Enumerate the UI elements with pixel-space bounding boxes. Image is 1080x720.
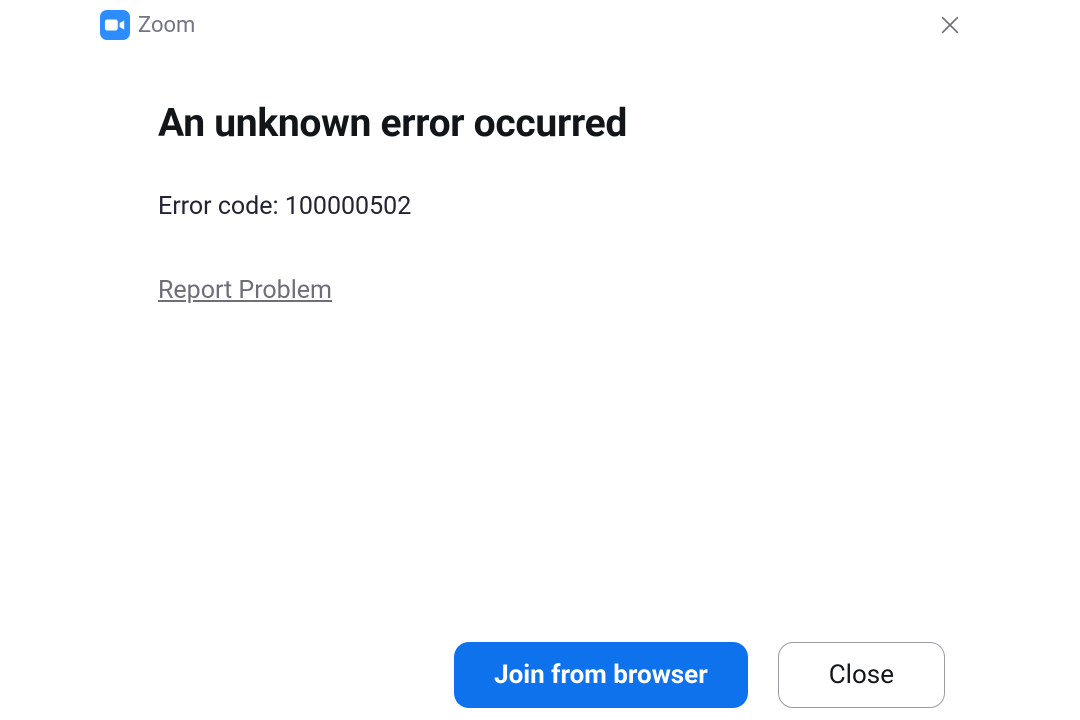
zoom-logo-icon [100, 10, 130, 40]
error-title: An unknown error occurred [158, 100, 1080, 147]
app-name-label: Zoom [138, 13, 195, 38]
dialog-footer: Join from browser Close [454, 642, 945, 708]
error-code-text: Error code: 100000502 [158, 192, 1080, 221]
join-from-browser-button[interactable]: Join from browser [454, 642, 748, 708]
close-icon[interactable] [935, 10, 965, 40]
dialog-content: An unknown error occurred Error code: 10… [0, 40, 1080, 305]
report-problem-link[interactable]: Report Problem [158, 276, 332, 305]
close-button[interactable]: Close [778, 642, 945, 708]
dialog-header: Zoom [0, 0, 1080, 40]
